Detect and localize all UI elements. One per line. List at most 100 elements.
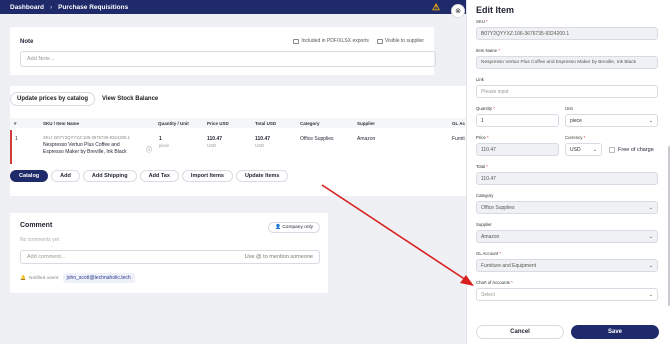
panel-title: Edit Item xyxy=(476,5,515,15)
gl-account-label: GL Account * xyxy=(476,251,501,256)
gl-account-value: Furniture and Equipment xyxy=(481,262,537,269)
breadcrumb-separator: › xyxy=(49,3,53,11)
supplier-value: Amazon xyxy=(481,233,500,240)
row-name-line1: Nespresso Vertuo Plus Coffee and xyxy=(43,142,120,148)
link-label: Link xyxy=(476,77,484,82)
currency-label: Currency * xyxy=(565,135,586,140)
item-actions-tabs: Catalog Add Add Shipping Add Tax Import … xyxy=(10,170,289,182)
chart-of-accounts-placeholder: Select xyxy=(481,291,495,298)
document-icon xyxy=(293,38,300,44)
col-supplier[interactable]: Supplier xyxy=(357,121,375,126)
supplier-label: Supplier xyxy=(476,222,492,227)
tab-import-items[interactable]: Import Items xyxy=(181,170,233,182)
price-label: Price * xyxy=(476,135,489,140)
no-comments-text: No comments yet xyxy=(20,237,59,243)
link-input[interactable]: Please input xyxy=(476,85,658,98)
table-row[interactable]: 1 SKU: B07Y2QYYXZ:106-3676735-9324200.1 … xyxy=(10,130,470,164)
save-button[interactable]: Save xyxy=(571,325,659,339)
unit-label: Unit xyxy=(565,106,573,111)
total-label: Total * xyxy=(476,164,488,169)
row-name-line2: Espresso Maker by Breville, Ink Black xyxy=(43,149,127,155)
col-price[interactable]: Price USD xyxy=(207,121,229,126)
table-header: # SKU / Item Name Quantity / Unit Price … xyxy=(10,118,470,128)
flag-supplier-label: Visible to supplier xyxy=(384,38,424,44)
flag-pdf-export[interactable]: Included in PDF/XLSX exports xyxy=(293,38,369,44)
warning-icon[interactable]: ⚠ xyxy=(432,2,440,13)
unit-value: piece xyxy=(570,117,582,124)
mention-hint: Use @ to mention someone xyxy=(244,254,313,260)
category-value: Office Supplies xyxy=(481,204,515,211)
chevron-down-icon: ⌄ xyxy=(648,234,653,240)
price-input[interactable]: 110.47 xyxy=(476,143,559,156)
chevron-down-icon: ⌄ xyxy=(648,292,653,298)
notified-users: 🔔 Notified users: john_scott@technaholic… xyxy=(20,273,135,283)
breadcrumb-dashboard[interactable]: Dashboard xyxy=(10,4,44,11)
chevron-down-icon: ⌄ xyxy=(648,205,653,211)
row-supplier: Amazon xyxy=(357,136,376,142)
quantity-input[interactable]: 1 xyxy=(476,114,559,127)
comment-card: Comment 👤 Company only No comments yet A… xyxy=(10,213,328,293)
user-icon: 👤 xyxy=(275,225,281,230)
tab-add[interactable]: Add xyxy=(51,170,80,182)
items-card: Update prices by catalog View Stock Bala… xyxy=(10,86,470,196)
close-icon[interactable]: ⊗ xyxy=(451,4,465,18)
free-of-charge-label: Free of charge xyxy=(618,147,654,153)
company-only-label: Company only xyxy=(282,225,313,230)
sku-label: SKU * xyxy=(476,19,488,24)
chart-of-accounts-label: Chart of Accounts * xyxy=(476,280,513,285)
category-label: Category xyxy=(476,193,494,198)
category-select[interactable]: Office Supplies ⌄ xyxy=(476,201,658,214)
sku-field[interactable]: B07Y2QYYXZ:106-3676735-9324200.1 xyxy=(476,27,658,40)
note-input[interactable]: Add Note... xyxy=(20,51,436,67)
note-card: Note Included in PDF/XLSX exports Visibl… xyxy=(10,27,436,75)
comment-input[interactable]: Add comment... Use @ to mention someone xyxy=(20,250,320,264)
notified-user-chip[interactable]: john_scott@technaholic.tech xyxy=(62,273,135,283)
cancel-button[interactable]: Cancel xyxy=(476,325,564,339)
col-gl: GL Ac xyxy=(452,121,466,126)
col-num: # xyxy=(14,121,17,126)
update-prices-button[interactable]: Update prices by catalog xyxy=(10,92,96,106)
eye-icon xyxy=(376,38,383,44)
row-total: 110.47 xyxy=(255,136,271,142)
notified-label: Notified users: xyxy=(28,275,60,281)
col-qty: Quantity / Unit xyxy=(158,121,189,126)
currency-select[interactable]: USD ⌄ xyxy=(565,143,602,156)
row-price: 110.47 xyxy=(207,136,223,142)
row-gl: Furnit xyxy=(452,136,465,142)
bell-icon: 🔔 xyxy=(20,275,26,281)
gl-account-select[interactable]: Furniture and Equipment ⌄ xyxy=(476,259,658,272)
breadcrumb-current: Purchase Requisitions xyxy=(58,3,129,11)
col-sku[interactable]: SKU / Item Name xyxy=(43,121,79,126)
tab-update-items[interactable]: Update Items xyxy=(235,170,289,182)
view-stock-button[interactable]: View Stock Balance xyxy=(96,92,164,106)
comment-title: Comment xyxy=(20,222,53,229)
unit-select[interactable]: piece ⌄ xyxy=(565,114,658,127)
currency-value: USD xyxy=(570,146,581,153)
flag-visible-supplier[interactable]: Visible to supplier xyxy=(376,38,424,44)
total-field[interactable]: 110.47 xyxy=(476,172,658,185)
col-category[interactable]: Category xyxy=(300,121,320,126)
chart-of-accounts-select[interactable]: Select ⌄ xyxy=(476,288,658,301)
flag-pdf-label: Included in PDF/XLSX exports xyxy=(301,38,369,44)
item-name-label: Item Name * xyxy=(476,48,500,53)
col-total: Total USD xyxy=(255,121,277,126)
row-category: Office Supplies xyxy=(300,136,334,142)
tab-add-shipping[interactable]: Add Shipping xyxy=(82,170,137,182)
row-number: 1 xyxy=(15,136,18,142)
row-sku: SKU: B07Y2QYYXZ:106-3676735-9324200.1 xyxy=(43,135,130,140)
note-flags: Included in PDF/XLSX exports Visible to … xyxy=(293,38,424,44)
supplier-select[interactable]: Amazon ⌄ xyxy=(476,230,658,243)
info-icon[interactable]: ⓘ xyxy=(146,145,152,154)
free-of-charge-checkbox[interactable] xyxy=(609,147,615,153)
tab-catalog[interactable]: Catalog xyxy=(10,170,49,182)
row-unit: piece xyxy=(159,143,170,148)
row-qty: 1 xyxy=(159,136,162,142)
chevron-down-icon: ⌄ xyxy=(648,263,653,269)
quantity-label: Quantity * xyxy=(476,106,495,111)
chevron-down-icon: ⌄ xyxy=(592,147,597,153)
note-title: Note xyxy=(20,39,34,45)
item-name-field[interactable]: Nespresso Vertuo Plus Coffee and Espress… xyxy=(476,56,658,69)
comment-placeholder: Add comment... xyxy=(27,254,66,260)
company-only-toggle[interactable]: 👤 Company only xyxy=(268,222,320,233)
tab-add-tax[interactable]: Add Tax xyxy=(139,170,179,182)
